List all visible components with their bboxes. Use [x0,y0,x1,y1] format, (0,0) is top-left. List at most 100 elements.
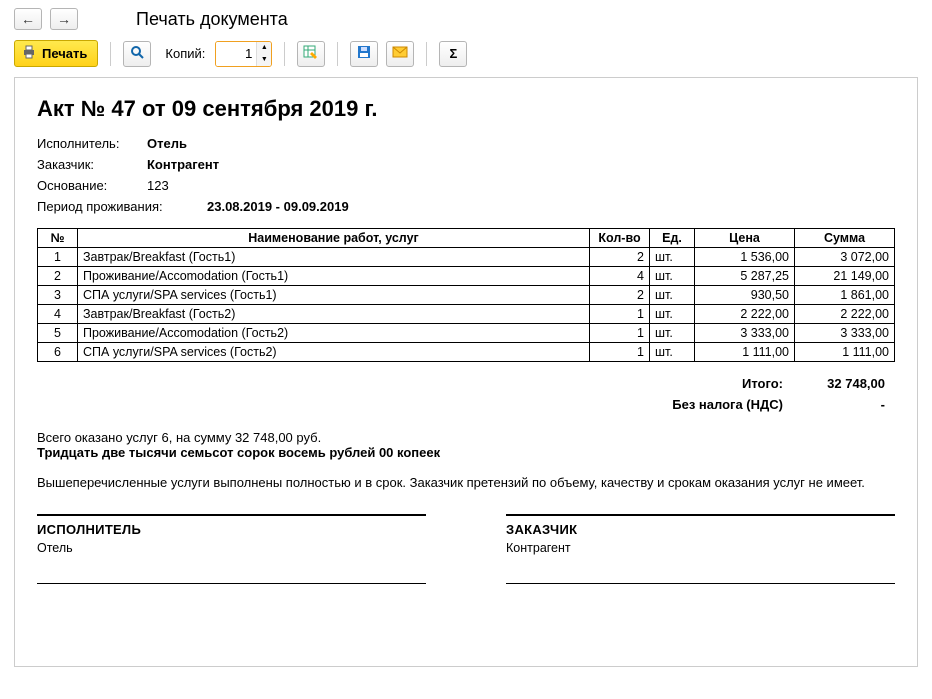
copies-down[interactable]: ▼ [257,54,271,66]
tax-value: - [793,395,893,414]
customer-label: Заказчик: [37,157,147,172]
meta-period: Период проживания: 23.08.2019 - 09.09.20… [37,199,895,214]
copies-stepper[interactable]: ▲ ▼ [215,41,272,67]
cell-sum: 2 222,00 [795,305,895,324]
copies-label: Копий: [165,46,205,61]
cell-sum: 21 149,00 [795,267,895,286]
back-button[interactable]: ← [14,8,42,30]
totals-block: Итого: 32 748,00 Без налога (НДС) - [37,372,895,416]
amount-in-words: Тридцать две тысячи семьсот сорок восемь… [37,445,895,460]
cell-sum: 1 861,00 [795,286,895,305]
cell-name: Завтрак/Breakfast (Гость2) [78,305,590,324]
tax-label: Без налога (НДС) [664,395,791,414]
total-value: 32 748,00 [793,374,893,393]
cell-name: СПА услуги/SPA services (Гость1) [78,286,590,305]
floppy-icon [356,44,372,63]
cell-name: Проживание/Accomodation (Гость2) [78,324,590,343]
cell-unit: шт. [650,286,695,305]
copies-input[interactable] [216,42,256,66]
customer-signature: ЗАКАЗЧИК Контрагент [506,514,895,584]
cell-num: 3 [38,286,78,305]
th-sum: Сумма [795,229,895,248]
printer-icon [21,44,37,63]
executor-role: ИСПОЛНИТЕЛЬ [37,522,426,537]
cell-unit: шт. [650,267,695,286]
cell-num: 4 [38,305,78,324]
cell-qty: 1 [590,324,650,343]
executor-name: Отель [37,541,426,555]
cell-name: Проживание/Accomodation (Гость1) [78,267,590,286]
th-qty: Кол-во [590,229,650,248]
cell-unit: шт. [650,324,695,343]
copies-up[interactable]: ▲ [257,42,271,54]
send-email-button[interactable] [386,41,414,67]
summary-count: Всего оказано услуг 6, на сумму 32 748,0… [37,430,895,445]
table-row: 2Проживание/Accomodation (Гость1)4шт.5 2… [38,267,895,286]
table-edit-icon [303,44,319,63]
cell-unit: шт. [650,305,695,324]
cell-price: 930,50 [695,286,795,305]
print-button-label: Печать [42,46,87,61]
document-area: Акт № 47 от 09 сентября 2019 г. Исполнит… [14,77,918,667]
meta-customer: Заказчик: Контрагент [37,157,895,172]
separator [110,42,111,66]
customer-name: Контрагент [506,541,895,555]
table-row: 5Проживание/Accomodation (Гость2)1шт.3 3… [38,324,895,343]
cell-num: 6 [38,343,78,362]
cell-sum: 1 111,00 [795,343,895,362]
cell-price: 1 536,00 [695,248,795,267]
signatures: ИСПОЛНИТЕЛЬ Отель ЗАКАЗЧИК Контрагент [37,514,895,584]
th-name: Наименование работ, услуг [78,229,590,248]
cell-price: 3 333,00 [695,324,795,343]
executor-label: Исполнитель: [37,136,147,151]
forward-button[interactable]: → [50,8,78,30]
executor-signature: ИСПОЛНИТЕЛЬ Отель [37,514,426,584]
table-row: 1Завтрак/Breakfast (Гость1)2шт.1 536,003… [38,248,895,267]
arrow-right-icon: → [57,11,71,27]
customer-role: ЗАКАЗЧИК [506,522,895,537]
cell-qty: 1 [590,305,650,324]
toolbar: Печать Копий: ▲ ▼ Σ [0,34,932,77]
separator [284,42,285,66]
sum-button[interactable]: Σ [439,41,467,67]
table-header-row: № Наименование работ, услуг Кол-во Ед. Ц… [38,229,895,248]
th-unit: Ед. [650,229,695,248]
arrow-left-icon: ← [21,11,35,27]
cell-qty: 2 [590,248,650,267]
save-button[interactable] [350,41,378,67]
edit-button[interactable] [297,41,325,67]
th-price: Цена [695,229,795,248]
cell-qty: 4 [590,267,650,286]
top-bar: ← → Печать документа [0,0,932,34]
services-table: № Наименование работ, услуг Кол-во Ед. Ц… [37,228,895,362]
customer-value: Контрагент [147,157,219,172]
separator [426,42,427,66]
page-title: Печать документа [136,9,288,30]
table-row: 3СПА услуги/SPA services (Гость1)2шт.930… [38,286,895,305]
cell-name: Завтрак/Breakfast (Гость1) [78,248,590,267]
th-num: № [38,229,78,248]
cell-unit: шт. [650,248,695,267]
cell-sum: 3 333,00 [795,324,895,343]
print-button[interactable]: Печать [14,40,98,67]
table-row: 6СПА услуги/SPA services (Гость2)1шт.1 1… [38,343,895,362]
cell-price: 5 287,25 [695,267,795,286]
meta-basis: Основание: 123 [37,178,895,193]
cell-num: 2 [38,267,78,286]
document-title: Акт № 47 от 09 сентября 2019 г. [37,96,895,122]
magnifier-icon [129,44,145,63]
cell-price: 1 111,00 [695,343,795,362]
cell-sum: 3 072,00 [795,248,895,267]
cell-num: 1 [38,248,78,267]
table-row: 4Завтрак/Breakfast (Гость2)1шт.2 222,002… [38,305,895,324]
total-label: Итого: [664,374,791,393]
basis-label: Основание: [37,178,147,193]
cell-num: 5 [38,324,78,343]
cell-price: 2 222,00 [695,305,795,324]
preview-button[interactable] [123,41,151,67]
cell-qty: 1 [590,343,650,362]
period-value: 23.08.2019 - 09.09.2019 [207,199,349,214]
separator [337,42,338,66]
cell-name: СПА услуги/SPA services (Гость2) [78,343,590,362]
period-label: Период проживания: [37,199,207,214]
